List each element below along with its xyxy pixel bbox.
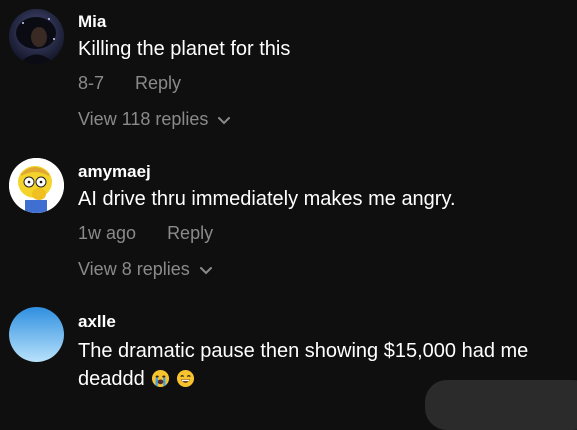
- comment-timestamp: 8-7: [78, 73, 105, 93]
- avatar[interactable]: [9, 307, 64, 362]
- comment-username[interactable]: amymaej: [78, 162, 151, 182]
- floating-overlay[interactable]: [425, 380, 577, 430]
- view-replies-label: View 8 replies: [78, 259, 190, 279]
- comment-meta: 8-7 Reply: [78, 73, 181, 94]
- comment-timestamp: 1w ago: [78, 223, 137, 243]
- comment-text: Killing the planet for this: [78, 38, 291, 60]
- loudly-crying-face-icon: [151, 368, 170, 388]
- avatar[interactable]: [9, 158, 64, 213]
- view-replies-label: View 118 replies: [78, 109, 209, 129]
- view-replies-button[interactable]: View 8 replies: [78, 259, 212, 280]
- comment-meta: 1w ago Reply: [78, 223, 213, 244]
- laughing-face-icon: [176, 368, 195, 388]
- woman-silhouette-avatar-icon: [9, 9, 64, 64]
- avatar[interactable]: [9, 9, 64, 64]
- view-replies-button[interactable]: View 118 replies: [78, 109, 231, 130]
- chevron-down-icon: [218, 109, 231, 130]
- cartoon-boy-avatar-icon: [9, 158, 64, 213]
- blue-gradient-avatar-icon: [9, 307, 64, 362]
- comment-username[interactable]: axlle: [78, 312, 116, 332]
- reply-button[interactable]: Reply: [135, 73, 181, 94]
- reply-button[interactable]: Reply: [167, 223, 213, 244]
- comment-username[interactable]: Mia: [78, 12, 106, 32]
- comment-text: AI drive thru immediately makes me angry…: [78, 188, 456, 210]
- chevron-down-icon: [199, 259, 212, 280]
